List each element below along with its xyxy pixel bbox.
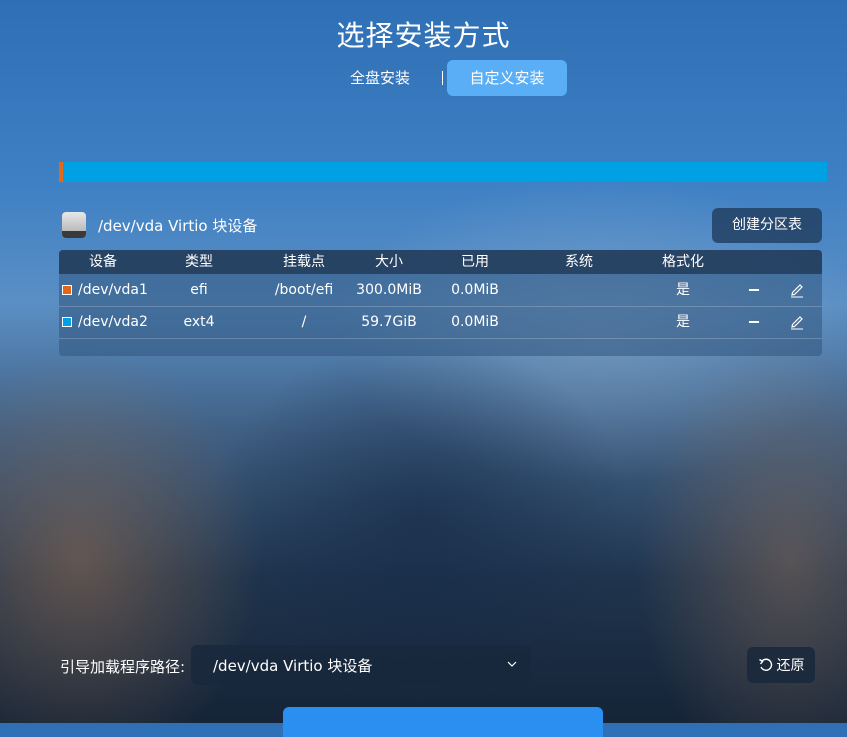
primary-action-button[interactable]: [283, 707, 603, 737]
table-row[interactable]: /dev/vda2 ext4 / 59.7GiB 0.0MiB 是: [59, 306, 822, 339]
disk-header: /dev/vda Virtio 块设备: [60, 210, 257, 240]
usage-segment-efi: [59, 162, 63, 182]
install-mode-tabs: 全盘安装 自定义安装: [330, 60, 568, 96]
header-size: 大小: [375, 254, 403, 270]
edit-partition-icon[interactable]: [789, 282, 805, 298]
cell-device: /dev/vda2: [78, 314, 148, 330]
cell-size: 300.0MiB: [356, 282, 422, 298]
bootloader-select[interactable]: /dev/vda Virtio 块设备: [191, 645, 531, 685]
cell-type: ext4: [183, 314, 215, 330]
header-format: 格式化: [662, 254, 704, 270]
header-system: 系统: [565, 254, 593, 270]
cell-mount: /: [301, 314, 307, 330]
chevron-down-icon: [507, 661, 517, 667]
delete-partition-icon[interactable]: [749, 289, 759, 291]
tab-divider: [442, 71, 444, 85]
header-mount: 挂载点: [283, 254, 325, 270]
cell-mount: /boot/efi: [274, 282, 334, 298]
bootloader-label: 引导加载程序路径:: [60, 658, 186, 676]
header-device: 设备: [89, 254, 117, 270]
cell-used: 0.0MiB: [451, 282, 499, 298]
hard-disk-icon: [60, 210, 88, 240]
delete-partition-icon[interactable]: [749, 321, 759, 323]
tab-custom[interactable]: 自定义安装: [447, 60, 568, 96]
restore-label: 还原: [776, 658, 805, 674]
bootloader-value: /dev/vda Virtio 块设备: [213, 657, 373, 675]
disk-label: /dev/vda Virtio 块设备: [98, 216, 258, 235]
tab-full-disk[interactable]: 全盘安装: [330, 60, 430, 96]
partition-color-swatch: [62, 285, 72, 295]
cell-format: 是: [676, 314, 690, 330]
header-used: 已用: [461, 254, 489, 270]
cell-type: efi: [190, 282, 208, 298]
cell-size: 59.7GiB: [361, 314, 417, 330]
cell-format: 是: [676, 282, 690, 298]
cell-device: /dev/vda1: [78, 282, 148, 298]
table-header: 设备 类型 挂载点 大小 已用 系统 格式化: [59, 250, 822, 274]
partition-table: 设备 类型 挂载点 大小 已用 系统 格式化 /dev/vda1 efi /bo…: [59, 250, 822, 356]
header-type: 类型: [185, 254, 213, 270]
cell-used: 0.0MiB: [451, 314, 499, 330]
page-title: 选择安装方式: [336, 19, 511, 52]
create-partition-table-button[interactable]: 创建分区表: [712, 208, 822, 243]
table-row[interactable]: /dev/vda1 efi /boot/efi 300.0MiB 0.0MiB …: [59, 274, 822, 307]
disk-usage-bar: [59, 162, 827, 182]
edit-partition-icon[interactable]: [789, 314, 805, 330]
restore-button[interactable]: 还原: [747, 647, 815, 683]
undo-icon: [758, 658, 772, 671]
partition-color-swatch: [62, 317, 72, 327]
